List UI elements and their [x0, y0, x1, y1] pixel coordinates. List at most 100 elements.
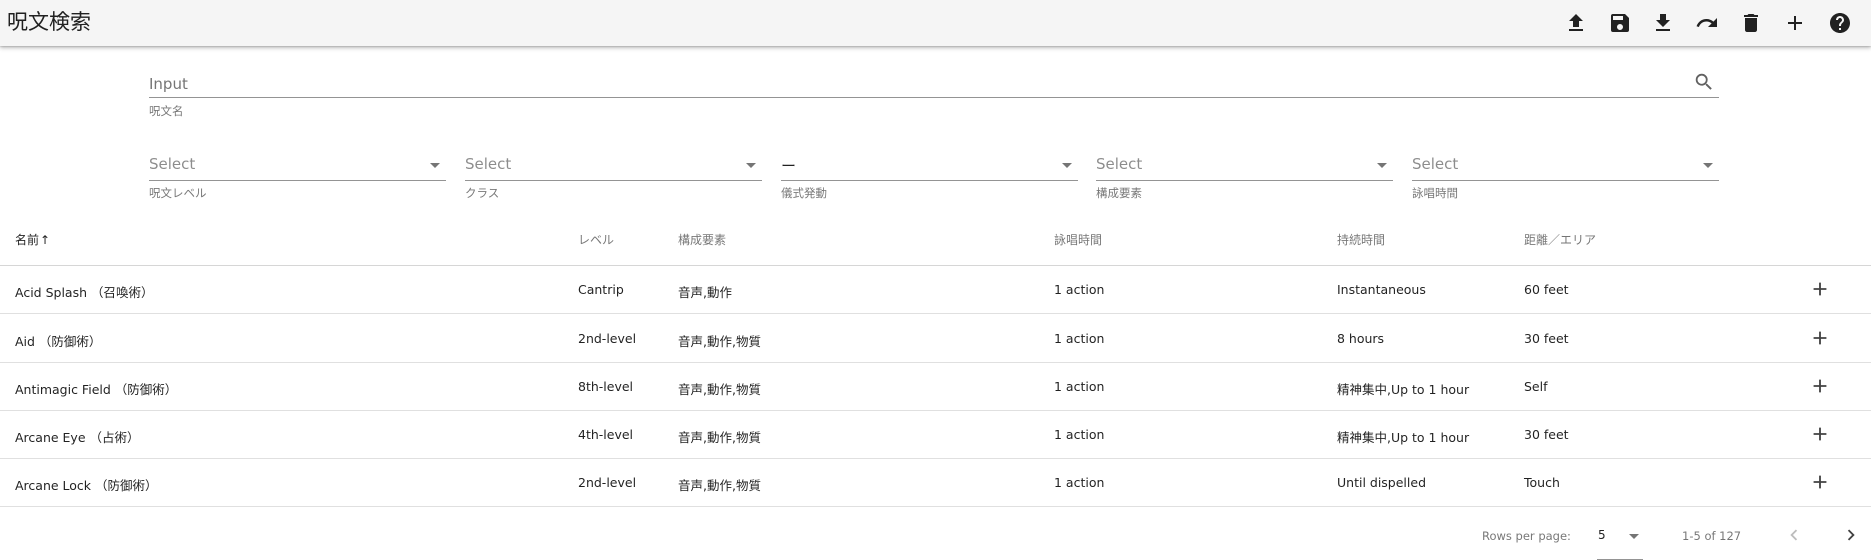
next-page-button[interactable] [1836, 520, 1866, 550]
row-add-button[interactable] [1807, 276, 1833, 302]
download-button[interactable] [1648, 8, 1678, 38]
select-underline [465, 180, 762, 181]
row-add-button[interactable] [1807, 469, 1833, 495]
cell-name: Antimagic Field （防御術） [15, 382, 178, 397]
pagination-range: 1-5 of 127 [1682, 529, 1742, 543]
search-input[interactable] [149, 72, 1669, 96]
table-row[interactable]: Acid Splash （召喚術） Cantrip 音声,動作 1 action… [0, 266, 1871, 314]
cell-level: 8th-level [578, 379, 634, 394]
save-icon [1611, 14, 1629, 32]
column-header-level[interactable]: レベル [578, 231, 614, 248]
search-hint: 呪文名 [149, 104, 184, 118]
cell-casting-time: 1 action [1054, 282, 1105, 297]
cell-name: Arcane Eye （占術） [15, 430, 140, 445]
cell-range: 60 feet [1524, 282, 1569, 297]
cell-casting-time: 1 action [1054, 331, 1105, 346]
table-row[interactable]: Aid （防御術） 2nd-level 音声,動作,物質 1 action 8 … [0, 315, 1871, 363]
add-icon [1813, 282, 1827, 296]
rows-per-page-select[interactable]: 5 [1597, 518, 1643, 560]
column-header-range[interactable]: 距離／エリア [1524, 231, 1596, 248]
cell-range: 30 feet [1524, 427, 1569, 442]
cell-range: Touch [1524, 475, 1560, 490]
cell-components: 音声,動作 [678, 285, 732, 300]
table-header: 名前↑ レベル 構成要素 詠唱時間 持続時間 距離／エリア [0, 212, 1871, 266]
add-icon [1813, 379, 1827, 393]
class-value: Select [465, 155, 512, 173]
add-icon [1813, 475, 1827, 489]
chevron-down-icon [1377, 163, 1387, 168]
components-select[interactable]: Select 構成要素 [1096, 152, 1393, 204]
cell-level: 2nd-level [578, 331, 637, 346]
chevron-down-icon [430, 163, 440, 168]
select-underline [149, 180, 446, 181]
cell-casting-time: 1 action [1054, 379, 1105, 394]
cell-range: 30 feet [1524, 331, 1569, 346]
save-button[interactable] [1605, 8, 1635, 38]
cell-duration: Until dispelled [1337, 475, 1427, 490]
cell-components: 音声,動作,物質 [678, 334, 761, 349]
table-row[interactable]: Arcane Eye （占術） 4th-level 音声,動作,物質 1 act… [0, 411, 1871, 459]
chevron-left-icon [1790, 529, 1798, 541]
casting-time-hint: 詠唱時間 [1412, 186, 1458, 200]
search-icon[interactable] [1693, 71, 1715, 93]
ritual-select[interactable]: ー 儀式発動 [781, 152, 1078, 204]
components-hint: 構成要素 [1096, 186, 1142, 200]
sort-arrow-up-icon: ↑ [40, 233, 51, 247]
chevron-down-icon [1703, 163, 1713, 168]
redo-button[interactable] [1692, 8, 1722, 38]
select-underline [781, 180, 1078, 181]
app-toolbar: 呪文検索 [0, 0, 1871, 46]
column-header-name-label: 名前 [15, 233, 40, 247]
class-select[interactable]: Select クラス [465, 152, 762, 204]
search-underline [149, 97, 1719, 98]
row-add-button[interactable] [1807, 421, 1833, 447]
delete-button[interactable] [1736, 8, 1766, 38]
previous-page-button[interactable] [1779, 520, 1809, 550]
column-header-casting-time[interactable]: 詠唱時間 [1054, 231, 1102, 248]
table-footer: Rows per page: 5 1-5 of 127 [0, 508, 1871, 560]
cell-level: Cantrip [578, 282, 624, 297]
select-underline [1412, 180, 1719, 181]
upload-icon [1569, 14, 1583, 31]
redo-icon [1696, 18, 1717, 27]
column-header-duration[interactable]: 持続時間 [1337, 231, 1385, 248]
cell-duration: Instantaneous [1337, 282, 1426, 297]
row-add-button[interactable] [1807, 325, 1833, 351]
casting-time-select[interactable]: Select 詠唱時間 [1412, 152, 1719, 204]
column-header-components[interactable]: 構成要素 [678, 231, 726, 248]
help-button[interactable] [1825, 8, 1855, 38]
cell-components: 音声,動作,物質 [678, 430, 761, 445]
upload-button[interactable] [1561, 8, 1591, 38]
class-hint: クラス [465, 186, 500, 200]
page-title: 呪文検索 [7, 10, 91, 34]
table-row[interactable]: Arcane Lock （防御術） 2nd-level 音声,動作,物質 1 a… [0, 459, 1871, 507]
ritual-value: ー [781, 157, 797, 175]
casting-time-value: Select [1412, 155, 1459, 173]
cell-components: 音声,動作,物質 [678, 382, 761, 397]
add-icon [1813, 427, 1827, 441]
column-header-name[interactable]: 名前↑ [15, 231, 50, 248]
chevron-down-icon [746, 163, 756, 168]
cell-casting-time: 1 action [1054, 475, 1105, 490]
select-underline [1096, 180, 1393, 181]
cell-duration: 精神集中,Up to 1 hour [1337, 430, 1470, 445]
help-icon [1830, 13, 1850, 33]
spell-level-value: Select [149, 155, 196, 173]
rows-per-page-value: 5 [1598, 528, 1606, 542]
row-add-button[interactable] [1807, 373, 1833, 399]
cell-name: Arcane Lock （防御術） [15, 478, 158, 493]
chevron-down-icon [1062, 163, 1072, 168]
cell-range: Self [1524, 379, 1548, 394]
add-icon [1813, 331, 1827, 345]
cell-name: Aid （防御術） [15, 334, 102, 349]
add-button[interactable] [1780, 8, 1810, 38]
cell-duration: 8 hours [1337, 331, 1385, 346]
chevron-down-icon [1629, 534, 1639, 539]
spell-name-field: 呪文名 [149, 68, 1719, 120]
ritual-hint: 儀式発動 [781, 186, 827, 200]
spell-level-select[interactable]: Select 呪文レベル [149, 152, 446, 204]
download-icon [1656, 14, 1670, 31]
table-row[interactable]: Antimagic Field （防御術） 8th-level 音声,動作,物質… [0, 363, 1871, 411]
cell-components: 音声,動作,物質 [678, 478, 761, 493]
cell-name: Acid Splash （召喚術） [15, 285, 154, 300]
